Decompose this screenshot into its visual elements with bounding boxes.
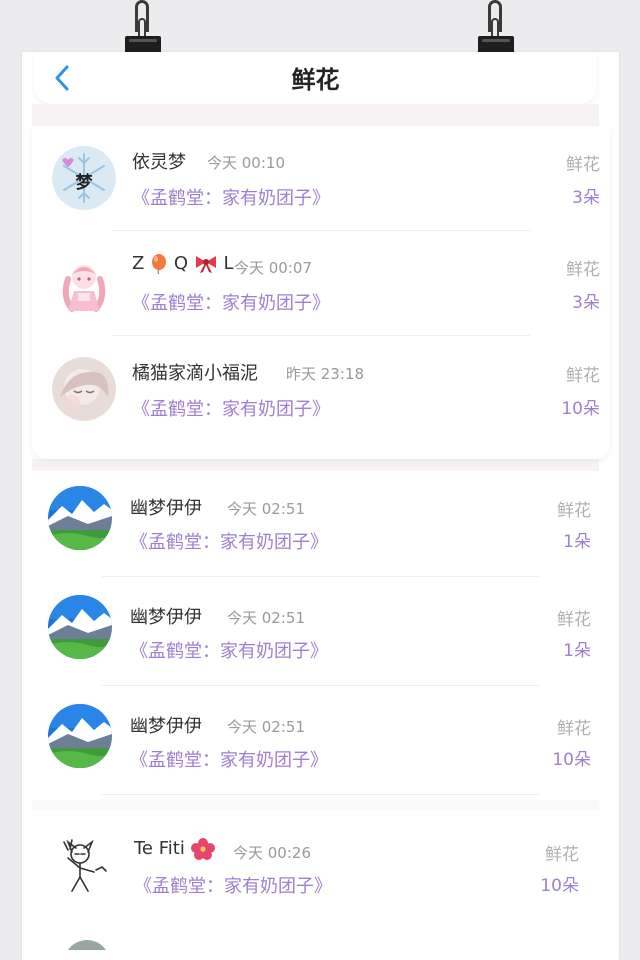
- timestamp: 今天 00:10: [207, 154, 285, 172]
- gift-count: 1朵: [563, 532, 591, 552]
- book-title[interactable]: 《孟鹤堂：家有奶团子》: [130, 746, 328, 772]
- list-item[interactable]: Z Q L 今天 00:07 《孟鹤堂：家有奶团子》 鲜花 3朵: [32, 231, 610, 336]
- book-title[interactable]: 《孟鹤堂：家有奶团子》: [132, 184, 330, 210]
- binder-clip-right: [478, 0, 514, 52]
- list-item[interactable]: 幽梦伊伊 今天 02:51 《孟鹤堂：家有奶团子》 鲜花 10朵: [22, 690, 619, 795]
- avatar: [50, 832, 114, 896]
- gift-count: 10朵: [561, 399, 600, 419]
- avatar: [52, 253, 116, 317]
- user-name-prefix: Z: [132, 253, 145, 274]
- list-item[interactable]: Te Fiti 今天 00:26 《孟鹤堂：家有奶团子》 鲜花 10朵: [22, 812, 619, 917]
- avatar: [48, 486, 112, 550]
- avatar: [52, 357, 116, 421]
- svg-text:梦: 梦: [76, 172, 94, 193]
- user-name: 橘猫家滴小福泥: [132, 363, 258, 384]
- binder-clip-left: [125, 0, 161, 52]
- list-item[interactable]: 幽梦伊伊 今天 02:51 《孟鹤堂：家有奶团子》 鲜花 1朵: [22, 472, 619, 577]
- timestamp: 今天 00:26: [233, 844, 311, 862]
- timestamp: 今天 02:51: [227, 500, 305, 518]
- gift-type: 鲜花: [566, 155, 600, 175]
- gift-count: 1朵: [563, 641, 591, 661]
- page-bottom-edge: [22, 950, 619, 960]
- timestamp: 今天 02:51: [227, 609, 305, 627]
- section-background: [32, 104, 599, 126]
- gift-type: 鲜花: [545, 845, 579, 865]
- user-name: 幽梦伊伊: [130, 498, 202, 519]
- gift-type: 鲜花: [557, 501, 591, 521]
- book-title[interactable]: 《孟鹤堂：家有奶团子》: [130, 528, 328, 554]
- gift-type: 鲜花: [566, 260, 600, 280]
- user-name: Te Fiti: [134, 838, 215, 860]
- user-name: 依灵梦: [132, 152, 186, 173]
- timestamp: 今天 00:07: [234, 259, 312, 277]
- timestamp: 今天 02:51: [227, 718, 305, 736]
- book-title[interactable]: 《孟鹤堂：家有奶团子》: [130, 637, 328, 663]
- book-title[interactable]: 《孟鹤堂：家有奶团子》: [134, 872, 332, 898]
- user-name: Z Q L: [132, 253, 233, 274]
- user-name: 幽梦伊伊: [130, 607, 202, 628]
- gift-count: 10朵: [552, 750, 591, 770]
- gift-type: 鲜花: [566, 366, 600, 386]
- avatar: [48, 595, 112, 659]
- gift-count: 3朵: [572, 188, 600, 208]
- user-name-text: Te Fiti: [134, 838, 185, 859]
- user-name-mid: Q: [173, 253, 188, 274]
- book-title[interactable]: 《孟鹤堂：家有奶团子》: [132, 289, 330, 315]
- hibiscus-icon: [190, 838, 215, 860]
- section-gap: [32, 459, 599, 471]
- avatar: 梦: [52, 146, 116, 210]
- list-item[interactable]: 橘猫家滴小福泥 昨天 23:18 《孟鹤堂：家有奶团子》 鲜花 10朵: [32, 337, 610, 442]
- user-name-suffix: L: [223, 253, 234, 274]
- divider: [102, 685, 539, 686]
- divider: [112, 335, 530, 336]
- divider: [102, 576, 539, 577]
- balloon-icon: [152, 254, 167, 274]
- user-name: 幽梦伊伊: [130, 716, 202, 737]
- page-title: 鲜花: [291, 66, 340, 94]
- timestamp: 昨天 23:18: [286, 365, 364, 383]
- record-card: 梦 依灵梦 今天 00:10 《孟鹤堂：家有奶团子》 鲜花 3朵 Z Q L 今…: [32, 126, 610, 459]
- gift-type: 鲜花: [557, 610, 591, 630]
- book-title[interactable]: 《孟鹤堂：家有奶团子》: [132, 395, 330, 421]
- divider: [102, 794, 539, 795]
- avatar: [48, 704, 112, 768]
- list-item[interactable]: 幽梦伊伊 今天 02:51 《孟鹤堂：家有奶团子》 鲜花 1朵: [22, 581, 619, 686]
- gift-count: 3朵: [572, 293, 600, 313]
- section-gap: [32, 800, 599, 810]
- screenshot-paper: 鲜花 梦 依灵梦 今天 00:10 《孟鹤堂：家有奶团子》 鲜花 3朵 Z Q …: [22, 52, 619, 960]
- gift-type: 鲜花: [557, 719, 591, 739]
- list-item[interactable]: 梦 依灵梦 今天 00:10 《孟鹤堂：家有奶团子》 鲜花 3朵: [32, 126, 610, 231]
- gift-count: 10朵: [540, 876, 579, 896]
- ribbon-icon: [195, 256, 216, 273]
- top-bar: 鲜花: [34, 52, 597, 104]
